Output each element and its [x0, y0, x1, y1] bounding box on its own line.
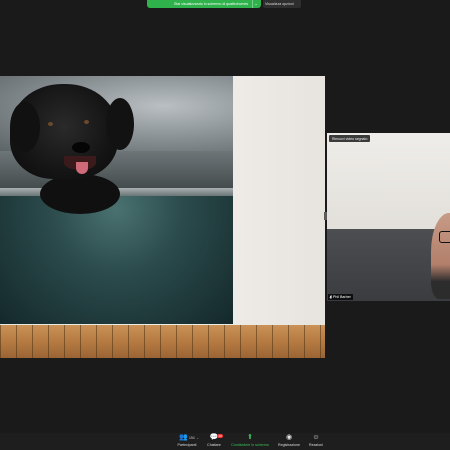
share-screen-button[interactable]: ⬆ Condividere lo schermo: [226, 434, 274, 447]
record-button[interactable]: ◉ Registrazione: [274, 434, 304, 447]
share-screen-icon: ⬆: [247, 434, 253, 441]
hide-video-badge[interactable]: Rimuovi video segnato: [329, 135, 371, 142]
wooden-floor: [0, 325, 325, 358]
participant-video-tile[interactable]: Rimuovi video segnato ▮̸ Phil Barber: [327, 133, 450, 301]
record-icon: ◉: [285, 434, 293, 441]
reactions-button[interactable]: ☺ Reazioni: [306, 434, 326, 447]
smiley-icon: ☺: [312, 434, 320, 441]
view-options-button[interactable]: Visualizza opzioni: [263, 0, 301, 8]
chat-unread-badge: 13: [217, 434, 223, 438]
chevron-down-icon[interactable]: ⌄: [252, 0, 259, 8]
participant-name-tag: ▮̸ Phil Barber: [328, 294, 353, 300]
mic-muted-icon: ▮̸: [330, 295, 332, 299]
newfoundland-dog-photo: [0, 76, 233, 324]
chevron-up-icon[interactable]: ⌃: [196, 437, 199, 442]
screen-share-banner[interactable]: Stai visualizzando lo schermo di quattro…: [147, 0, 261, 8]
meeting-toolbar: 👥194 Partecipanti ⌃ 💬 Chattare 13 ⬆ Cond…: [0, 433, 450, 450]
share-status-text: Stai visualizzando lo schermo di quattro…: [174, 2, 249, 6]
shared-screen: [0, 76, 325, 358]
